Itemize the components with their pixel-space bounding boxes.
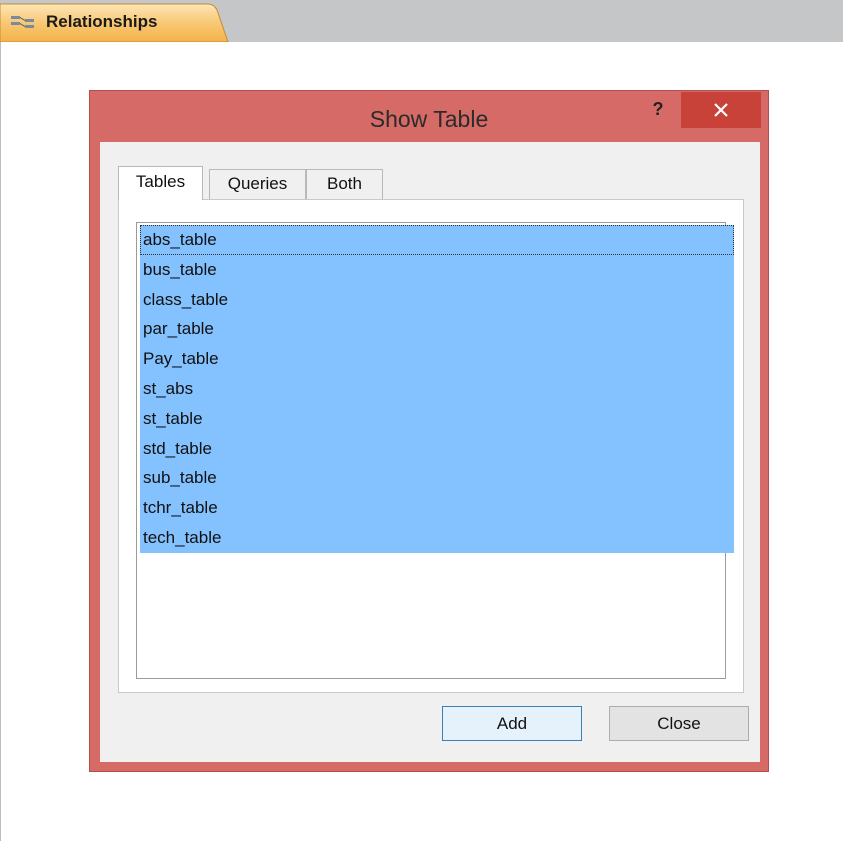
relationships-tab[interactable]: Relationships xyxy=(0,0,232,42)
list-item[interactable]: st_abs xyxy=(140,373,734,404)
list-item[interactable]: Pay_table xyxy=(140,344,734,374)
tables-listbox[interactable]: abs_table bus_table class_table par_tabl… xyxy=(136,222,734,679)
dialog-close-button[interactable] xyxy=(681,92,761,128)
list-item[interactable]: tchr_table xyxy=(140,493,734,523)
list-item[interactable]: std_table xyxy=(140,433,734,464)
show-table-dialog: Show Table ? Tables Queries Both abs_tab… xyxy=(89,90,769,772)
list-item[interactable]: st_table xyxy=(140,403,734,434)
list-item[interactable]: sub_table xyxy=(140,463,734,494)
tab-tables[interactable]: Tables xyxy=(118,166,203,200)
list-item[interactable]: bus_table xyxy=(140,254,734,285)
list-item[interactable]: par_table xyxy=(140,314,734,345)
close-button[interactable]: Close xyxy=(609,706,749,741)
add-button[interactable]: Add xyxy=(442,706,582,741)
dialog-body: Tables Queries Both abs_table bus_table … xyxy=(100,142,760,762)
document-tab-strip: Relationships xyxy=(0,0,843,42)
list-item[interactable]: abs_table xyxy=(140,225,734,255)
tab-queries[interactable]: Queries xyxy=(209,169,306,199)
relationships-tab-label: Relationships xyxy=(46,12,158,31)
list-item[interactable]: tech_table xyxy=(140,522,734,553)
close-icon xyxy=(714,103,728,117)
tables-tab-panel: abs_table bus_table class_table par_tabl… xyxy=(118,199,744,693)
help-button[interactable]: ? xyxy=(643,94,673,124)
list-item[interactable]: class_table xyxy=(140,284,734,315)
tab-both[interactable]: Both xyxy=(306,169,383,199)
relationships-icon xyxy=(11,16,34,28)
